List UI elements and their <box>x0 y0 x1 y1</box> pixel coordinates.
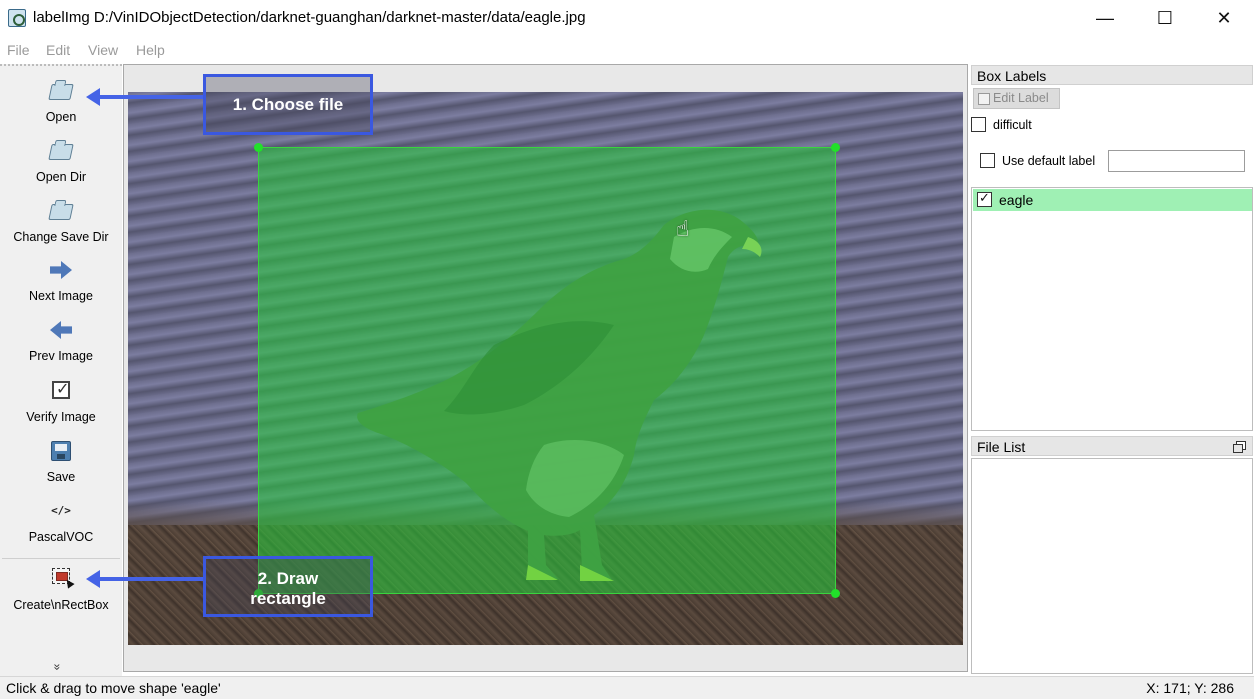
verify-image-label: Verify Image <box>26 410 96 424</box>
labelimg-app-icon <box>8 9 26 27</box>
callout-draw-rectangle: 2. Draw rectangle <box>203 556 373 617</box>
floppy-disk-icon <box>48 438 74 464</box>
change-save-dir-button[interactable]: Change Save Dir <box>0 198 122 244</box>
callout-choose-file: 1. Choose file <box>203 74 373 135</box>
label-list-item[interactable]: eagle <box>973 189 1252 211</box>
save-button[interactable]: Save <box>0 438 122 484</box>
cursor-coordinates: X: 171; Y: 286 <box>1146 680 1234 696</box>
callout-step2-line2: rectangle <box>250 589 326 608</box>
use-default-label-text: Use default label <box>1002 154 1096 168</box>
box-labels-dock-title: Box Labels <box>971 65 1253 85</box>
create-rectbox-button[interactable]: Create\nRectBox <box>0 566 122 612</box>
file-list[interactable] <box>971 458 1253 674</box>
bbox-handle-top-right[interactable] <box>831 143 840 152</box>
pascalvoc-format-button[interactable]: </> PascalVOC <box>0 498 122 544</box>
callout-step2-line1: 2. Draw <box>257 569 319 588</box>
maximize-button[interactable]: ☐ <box>1136 0 1194 36</box>
bbox-handle-top-left[interactable] <box>254 143 263 152</box>
difficult-label: difficult <box>993 118 1032 132</box>
next-image-button[interactable]: Next Image <box>0 257 122 303</box>
toolbar: Open Open Dir Change Save Dir Next Image… <box>0 64 122 676</box>
toolbar-divider <box>2 558 120 559</box>
verify-image-button[interactable]: Verify Image <box>0 378 122 424</box>
default-label-input[interactable] <box>1108 150 1245 172</box>
code-tag-icon: </> <box>51 504 71 517</box>
menu-help[interactable]: Help <box>136 42 165 58</box>
open-label: Open <box>45 110 77 124</box>
menu-file[interactable]: File <box>7 42 30 58</box>
next-image-label: Next Image <box>29 289 93 303</box>
use-default-label-checkbox[interactable] <box>980 153 995 168</box>
open-button[interactable]: Open <box>0 78 122 124</box>
callout-arrow-choose-file <box>86 88 204 106</box>
minimize-button[interactable]: — <box>1076 0 1134 36</box>
edit-label-button[interactable]: Edit Label <box>973 88 1060 109</box>
folder-open-icon <box>48 138 74 164</box>
difficult-checkbox[interactable] <box>971 117 986 132</box>
edit-label-text: Edit Label <box>993 91 1049 105</box>
folder-open-icon <box>48 78 74 104</box>
menu-bar: File Edit View Help <box>0 38 1254 64</box>
menu-edit[interactable]: Edit <box>46 42 70 58</box>
callout-step1-text: 1. Choose file <box>232 95 344 114</box>
hand-cursor-icon: ☝ <box>676 216 690 241</box>
arrow-left-icon <box>48 317 74 343</box>
edit-pencil-icon <box>978 93 990 105</box>
label-list: eagle <box>971 187 1253 431</box>
bbox-handle-bottom-right[interactable] <box>831 589 840 598</box>
callout-arrow-draw-rectangle <box>86 570 204 588</box>
toolbar-more-icon[interactable]: » <box>50 664 64 671</box>
folder-open-icon <box>48 198 74 224</box>
draw-rectangle-icon <box>48 566 74 592</box>
prev-image-label: Prev Image <box>29 349 93 363</box>
create-rectbox-label: Create\nRectBox <box>13 598 109 612</box>
label-visible-checkbox[interactable] <box>977 190 992 207</box>
file-list-title-text: File List <box>977 439 1026 455</box>
change-save-dir-label: Change Save Dir <box>13 230 109 244</box>
status-bar: Click & drag to move shape 'eagle' X: 17… <box>0 676 1254 699</box>
file-list-dock-title: File List <box>971 436 1253 456</box>
checkbox-icon <box>48 378 74 404</box>
window-title: labelImg D:/VinIDObjectDetection/darknet… <box>33 9 586 26</box>
close-button[interactable]: ✕ <box>1195 0 1253 36</box>
label-item-text: eagle <box>999 192 1034 208</box>
open-dir-label: Open Dir <box>35 170 87 184</box>
arrow-right-icon <box>48 257 74 283</box>
save-label: Save <box>46 470 76 484</box>
status-message: Click & drag to move shape 'eagle' <box>6 680 221 696</box>
open-dir-button[interactable]: Open Dir <box>0 138 122 184</box>
dock-float-icon[interactable] <box>1233 441 1246 453</box>
prev-image-button[interactable]: Prev Image <box>0 317 122 363</box>
bounding-box-eagle[interactable] <box>254 143 840 598</box>
title-bar: labelImg D:/VinIDObjectDetection/darknet… <box>0 0 1254 38</box>
menu-view[interactable]: View <box>88 42 118 58</box>
pascalvoc-label: PascalVOC <box>28 530 94 544</box>
